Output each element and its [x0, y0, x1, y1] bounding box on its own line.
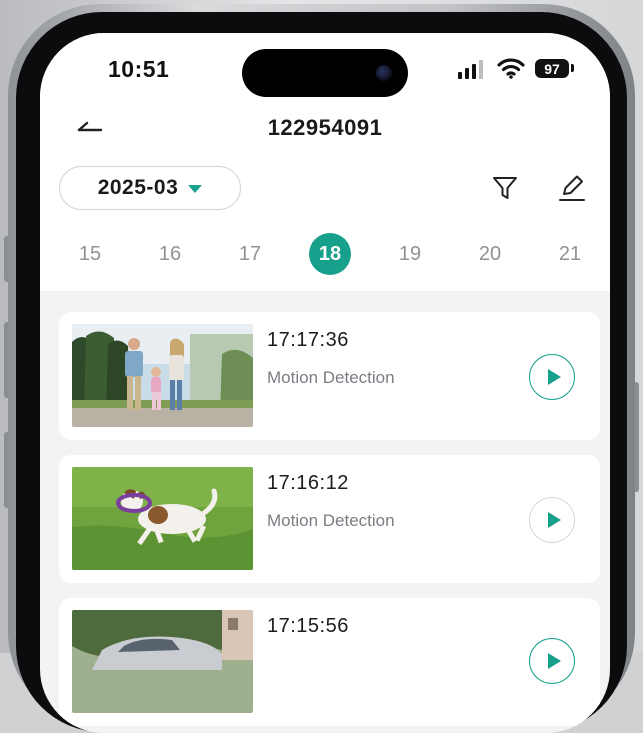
event-card-2[interactable]: 17:16:12 Motion Detection — [59, 455, 600, 583]
play-button[interactable] — [529, 497, 575, 543]
play-button[interactable] — [529, 638, 575, 684]
wifi-icon — [497, 58, 525, 79]
day-17[interactable]: 17 — [229, 233, 271, 275]
event-card-3[interactable]: 17:15:56 — [59, 598, 600, 726]
battery-icon: 97 — [535, 59, 569, 78]
status-time: 10:51 — [108, 56, 170, 82]
battery-level: 97 — [544, 60, 560, 77]
event-time: 17:15:56 — [267, 615, 349, 637]
day-21[interactable]: 21 — [549, 233, 591, 275]
day-15[interactable]: 15 — [69, 233, 111, 275]
month-label: 2025-03 — [97, 176, 179, 199]
family-walking-photo[interactable] — [72, 324, 253, 427]
play-icon — [547, 369, 561, 385]
play-icon — [547, 653, 561, 669]
battery-nub — [571, 64, 574, 72]
event-time: 17:16:12 — [267, 472, 349, 494]
dynamic-island — [242, 49, 408, 97]
edit-pencil-icon[interactable] — [557, 173, 587, 203]
phone-screen: 10:51 97 122954091 2025-03 15 16 17 18 1… — [40, 33, 610, 733]
dog-running-photo[interactable] — [72, 467, 253, 570]
event-type: Motion Detection — [267, 511, 395, 530]
event-type: Motion Detection — [267, 368, 395, 387]
cellular-signal-icon — [458, 60, 483, 79]
day-strip: 15 16 17 18 19 20 21 — [40, 233, 610, 277]
page-title: 122954091 — [267, 115, 383, 140]
event-time: 17:17:36 — [267, 329, 349, 351]
day-19[interactable]: 19 — [389, 233, 431, 275]
car-in-driveway-photo[interactable] — [72, 610, 253, 713]
day-18-selected[interactable]: 18 — [309, 233, 351, 275]
play-button[interactable] — [529, 354, 575, 400]
event-card-1[interactable]: 17:17:36 Motion Detection — [59, 312, 600, 440]
day-20[interactable]: 20 — [469, 233, 511, 275]
play-icon — [547, 512, 561, 528]
filter-funnel-icon[interactable] — [491, 174, 519, 202]
caret-down-icon — [188, 185, 203, 193]
front-camera-icon — [376, 65, 392, 81]
day-16[interactable]: 16 — [149, 233, 191, 275]
month-selector[interactable]: 2025-03 — [59, 166, 241, 210]
